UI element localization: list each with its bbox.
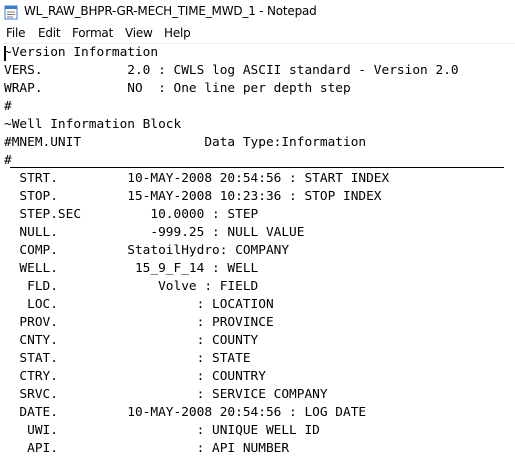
text-line: DATE. 10-MAY-2008 20:54:56 : LOG DATE (4, 405, 367, 420)
notepad-window: WL_RAW_BHPR-GR-MECH_TIME_MWD_1 - Notepad… (0, 0, 515, 460)
text-line: STRT. 10-MAY-2008 20:54:56 : START INDEX (4, 171, 390, 186)
text-line: FLD. Volve : FIELD (4, 279, 259, 294)
text-line: WRAP. NO : One line per depth step (4, 81, 351, 96)
title-bar[interactable]: WL_RAW_BHPR-GR-MECH_TIME_MWD_1 - Notepad (0, 0, 515, 24)
text-caret (4, 46, 6, 61)
text-line: WELL. 15_9_F_14 : WELL (4, 261, 259, 276)
text-line: API. : API NUMBER (4, 441, 290, 456)
text-line: CTRY. : COUNTRY (4, 369, 266, 384)
window-title: WL_RAW_BHPR-GR-MECH_TIME_MWD_1 - Notepad (24, 4, 317, 18)
text-line: VERS. 2.0 : CWLS log ASCII standard - Ve… (4, 63, 459, 78)
text-line: STAT. : STATE (4, 351, 251, 366)
separator-rule (10, 167, 504, 168)
menu-view[interactable]: View (125, 26, 153, 40)
text-line: COMP. StatoilHydro: COMPANY (4, 243, 290, 258)
text-line: LOC. : LOCATION (4, 297, 274, 312)
text-line: PROV. : PROVINCE (4, 315, 274, 330)
text-line: ~Well Information Block (4, 117, 182, 132)
text-line: # (4, 99, 12, 114)
text-line: NULL. -999.25 : NULL VALUE (4, 225, 305, 240)
menu-bar: File Edit Format View Help (0, 24, 515, 43)
text-line: SRVC. : SERVICE COMPANY (4, 387, 328, 402)
menu-edit[interactable]: Edit (38, 26, 61, 40)
text-line: STEP.SEC 10.0000 : STEP (4, 207, 259, 222)
text-line: UWI. : UNIQUE WELL ID (4, 423, 320, 438)
text-line: #MNEM.UNIT Data Type:Information (4, 135, 367, 150)
menu-file[interactable]: File (6, 26, 25, 40)
menu-format[interactable]: Format (72, 26, 113, 40)
menu-help[interactable]: Help (164, 26, 191, 40)
text-line: ~Version Information (4, 45, 159, 60)
text-line: STOP. 15-MAY-2008 10:23:36 : STOP INDEX (4, 189, 382, 204)
notepad-icon (4, 5, 18, 20)
text-line: CNTY. : COUNTY (4, 333, 259, 348)
text-editor[interactable]: ~Version Information VERS. 2.0 : CWLS lo… (0, 44, 515, 460)
